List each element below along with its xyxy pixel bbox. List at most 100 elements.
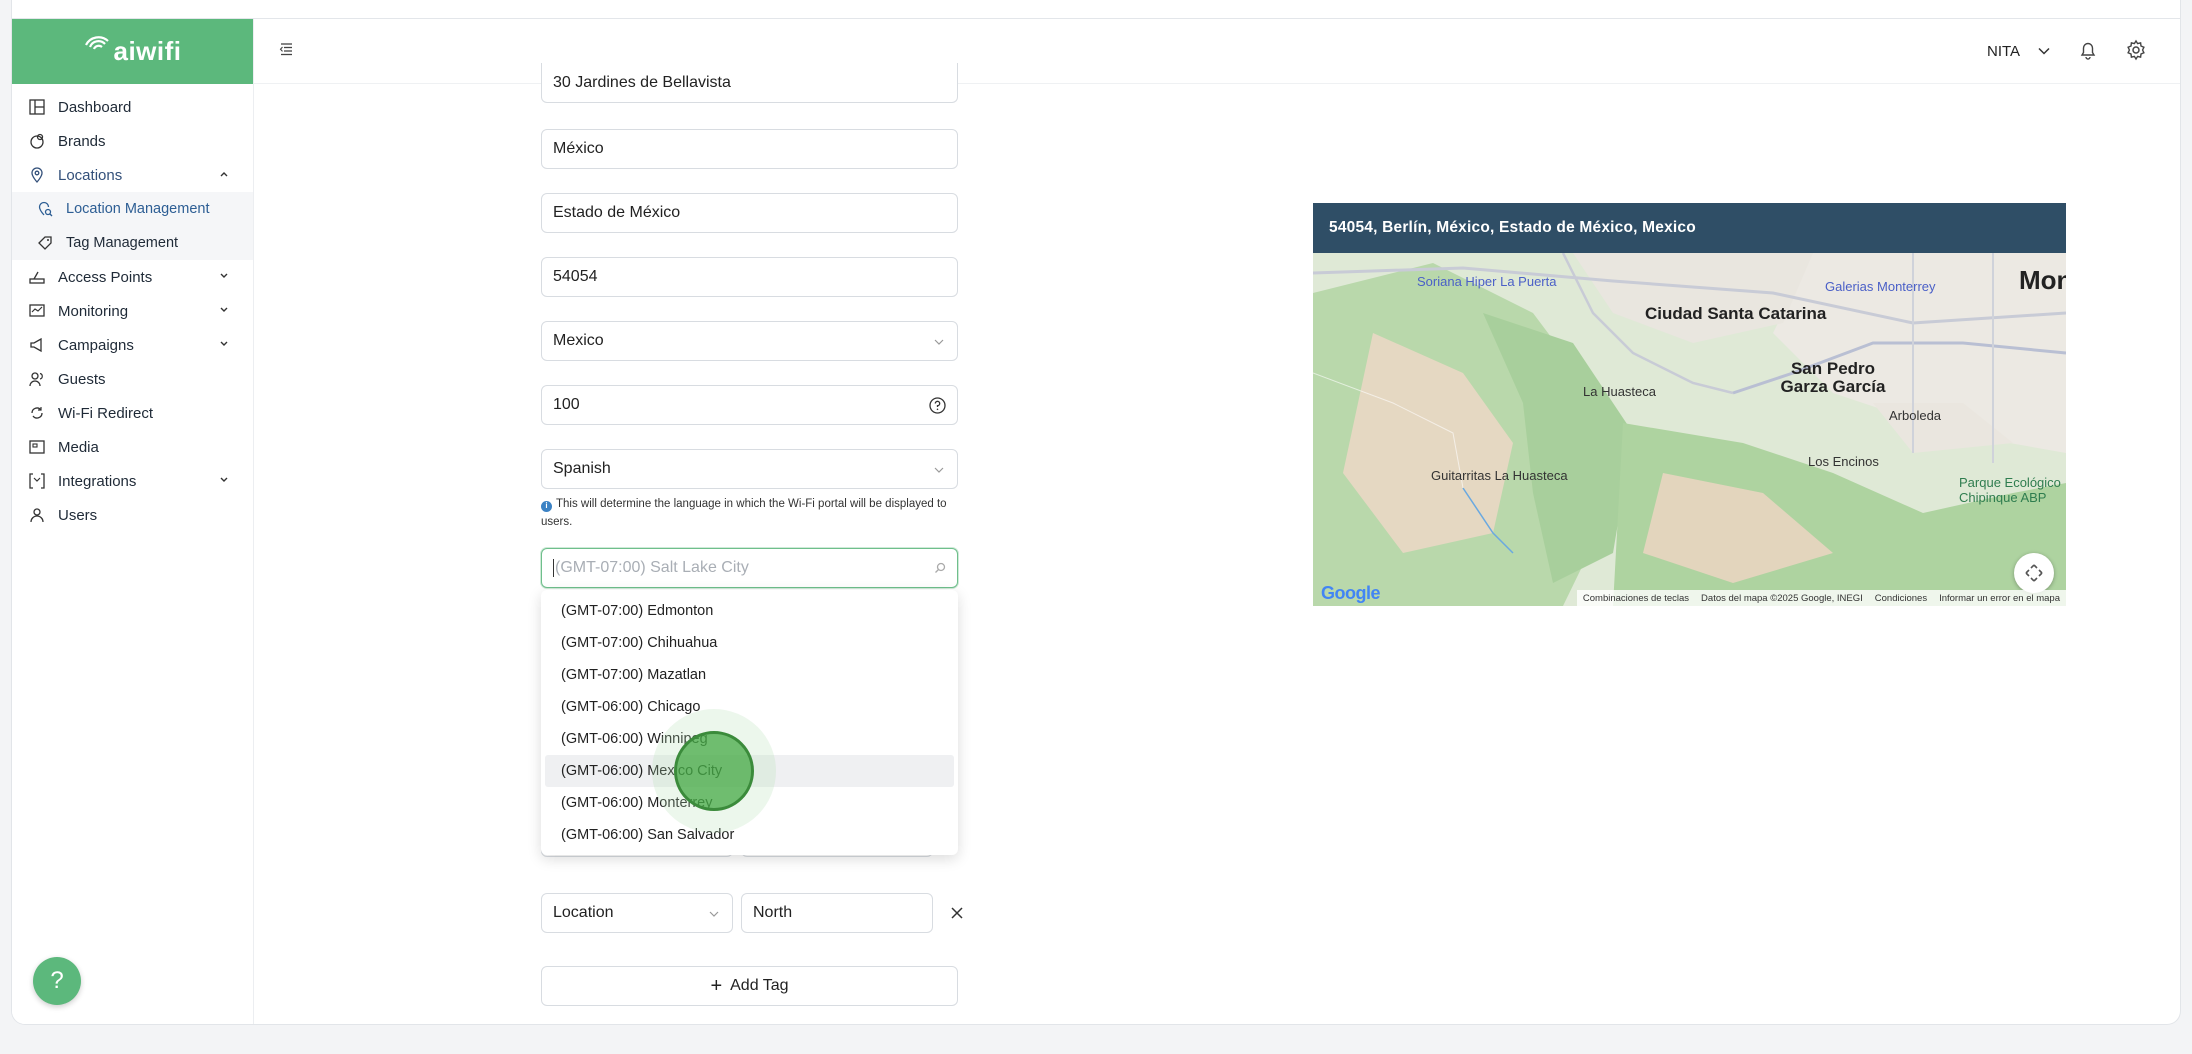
timezone-option[interactable]: (GMT-06:00) Monterrey (545, 787, 954, 819)
map-label-area: Arboleda (1889, 408, 1942, 423)
language-hint: i This will determine the language in whi… (541, 498, 947, 528)
city-field[interactable]: México (541, 129, 958, 169)
timezone-option[interactable]: (GMT-06:00) Chicago (545, 691, 954, 723)
chevron-down-icon (217, 303, 231, 317)
sidebar-item-brands[interactable]: Brands (12, 124, 253, 158)
tag-key-value: Location (553, 904, 614, 921)
sidebar-item-label: Integrations (58, 472, 137, 490)
sidebar-item-campaigns[interactable]: Campaigns (12, 328, 253, 362)
sidebar-item-label: Users (58, 506, 98, 524)
chevron-down-icon (217, 337, 231, 351)
sidebar-item-users[interactable]: Users (12, 498, 253, 532)
map-label-area: La Huasteca (1583, 384, 1656, 399)
map-canvas[interactable]: Ciudad Santa Catarina San Pedro Garza Ga… (1313, 253, 2066, 606)
map-label-city: Mont (2019, 265, 2066, 295)
state-field[interactable]: Estado de México (541, 193, 958, 233)
add-tag-label: Add Tag (730, 977, 789, 994)
map-address-title: 54054, Berlín, México, Estado de México,… (1313, 203, 2066, 253)
sidebar-item-label: Tag Management (66, 235, 179, 251)
state-value: Estado de México (553, 204, 681, 221)
language-value: Spanish (553, 460, 611, 477)
help-button[interactable]: ? (33, 957, 81, 1005)
location-pin-icon (28, 166, 46, 184)
timezone-option[interactable]: (GMT-06:00) San Salvador (545, 819, 954, 851)
sidebar-item-label: Media (58, 438, 99, 456)
sidebar-nav: Dashboard Brands Locations Location Mana… (12, 84, 253, 532)
redirect-icon (28, 404, 46, 422)
timezone-placeholder: (GMT-07:00) Salt Lake City (555, 559, 749, 576)
dashboard-icon (28, 98, 46, 116)
menu-toggle-icon[interactable] (278, 41, 298, 61)
app-window: aiwifi Dashboard Brands Locations Locati… (11, 0, 2181, 1025)
timezone-option[interactable]: (GMT-07:00) Mazatlan (545, 659, 954, 691)
sidebar-item-access-points[interactable]: Access Points (12, 260, 253, 294)
info-icon: i (541, 500, 552, 512)
zip-field[interactable]: 54054 (541, 257, 958, 297)
attrib-report[interactable]: Informar un error en el mapa (1933, 593, 2066, 604)
sidebar-item-guests[interactable]: Guests (12, 362, 253, 396)
sidebar-item-label: Locations (58, 166, 123, 184)
megaphone-icon (28, 336, 46, 354)
street-field[interactable]: 30 Jardines de Bellavista (541, 63, 958, 103)
tag-key-select[interactable]: Location (541, 893, 733, 933)
sidebar-item-wifi-redirect[interactable]: Wi-Fi Redirect (12, 396, 253, 430)
monitoring-icon (28, 302, 46, 320)
user-icon (28, 506, 46, 524)
sidebar-item-label: Access Points (58, 268, 153, 286)
timezone-option[interactable]: (GMT-07:00) Chihuahua (545, 627, 954, 659)
sidebar-item-monitoring[interactable]: Monitoring (12, 294, 253, 328)
tag-icon (36, 234, 54, 252)
chevron-up-icon (217, 167, 231, 181)
sidebar-item-integrations[interactable]: Integrations (12, 464, 253, 498)
timezone-option[interactable]: (GMT-06:00) Winnipeg (545, 723, 954, 755)
sidebar-item-dashboard[interactable]: Dashboard (12, 90, 253, 124)
radius-value: 100 (553, 396, 580, 413)
media-icon (28, 438, 46, 456)
bell-icon[interactable] (2077, 39, 2101, 63)
sidebar-item-label: Brands (58, 132, 106, 150)
sidebar-item-label: Wi-Fi Redirect (58, 404, 154, 422)
gear-icon[interactable] (2125, 39, 2149, 63)
map-label-area: Guitarritas La Huasteca (1431, 468, 1568, 483)
sidebar-item-tag-management[interactable]: Tag Management (12, 226, 253, 260)
attrib-terms[interactable]: Condiciones (1869, 593, 1933, 604)
help-circle-icon[interactable] (928, 396, 947, 415)
sidebar-item-location-management[interactable]: Location Management (12, 192, 253, 226)
add-tag-button[interactable]: + Add Tag (541, 966, 958, 1006)
attrib-data: Datos del mapa ©2025 Google, INEGI (1701, 592, 1863, 604)
chevron-down-icon (217, 269, 231, 283)
country-select[interactable]: Mexico (541, 321, 958, 361)
sidebar-item-label: Campaigns (58, 336, 134, 354)
access-point-icon (28, 268, 46, 286)
timezone-dropdown: (GMT-07:00) Edmonton (GMT-07:00) Chihuah… (541, 590, 958, 855)
map-label-poi: Galerias Monterrey (1825, 279, 1936, 294)
map-label-poi: Soriana Hiper La Puerta (1417, 274, 1557, 289)
chevron-down-icon (933, 463, 945, 475)
sidebar-item-label: Monitoring (58, 302, 129, 320)
timezone-option[interactable]: (GMT-07:00) Edmonton (545, 595, 954, 627)
attrib-shortcuts[interactable]: Combinaciones de teclas (1577, 593, 1695, 604)
sidebar-item-label: Dashboard (58, 98, 132, 116)
brand-logo[interactable]: aiwifi (12, 19, 253, 84)
language-select[interactable]: Spanish (541, 449, 958, 489)
timezone-search-input[interactable]: (GMT-07:00) Salt Lake City (541, 548, 958, 588)
locations-submenu: Location Management Tag Management (12, 192, 253, 260)
help-label: ? (50, 967, 64, 994)
map-label-park: Parque Ecológico Chipinque ABP (1959, 475, 2061, 505)
location-map[interactable]: 54054, Berlín, México, Estado de México,… (1313, 203, 2066, 606)
chevron-down-icon (217, 473, 231, 487)
tag-value-field[interactable]: North (741, 893, 933, 933)
wifi-logo-icon (83, 33, 111, 58)
chevron-down-icon (933, 335, 945, 347)
radius-field[interactable]: 100 (541, 385, 958, 425)
fullscreen-icon[interactable] (2014, 553, 2054, 593)
close-icon[interactable] (949, 905, 965, 921)
brand-name: aiwifi (113, 36, 182, 66)
map-label-area: Los Encinos (1808, 454, 1879, 469)
click-indicator (674, 731, 754, 811)
sidebar-item-locations[interactable]: Locations (12, 158, 253, 192)
text-caret (553, 559, 554, 577)
sidebar-item-media[interactable]: Media (12, 430, 253, 464)
user-menu-name[interactable]: NITA (1987, 43, 2020, 60)
chevron-down-icon[interactable] (2036, 43, 2052, 59)
